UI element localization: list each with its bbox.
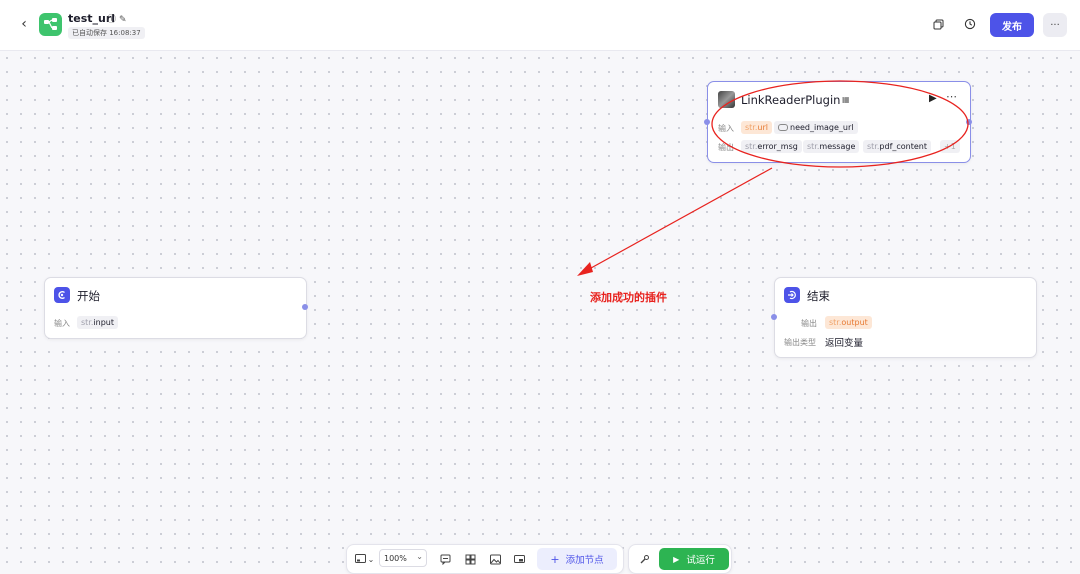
auto-layout-icon[interactable] bbox=[463, 552, 477, 566]
run-toolbar: ▶ 试运行 bbox=[628, 544, 732, 574]
annotation-arrow-head bbox=[577, 262, 593, 276]
minimap-chevron-down-icon[interactable]: ⌄ bbox=[364, 552, 378, 566]
screen-icon[interactable] bbox=[512, 552, 526, 566]
add-node-button[interactable]: + 添加节点 bbox=[537, 548, 617, 570]
image-icon[interactable] bbox=[488, 552, 502, 566]
zoom-chevron-down-icon: ⌄ bbox=[416, 552, 423, 561]
comment-icon[interactable] bbox=[438, 552, 452, 566]
zoom-select[interactable]: 100% ⌄ bbox=[379, 549, 427, 567]
annotation-arrow-line bbox=[581, 167, 773, 274]
test-run-button[interactable]: ▶ 试运行 bbox=[659, 548, 729, 570]
annotation-overlay bbox=[577, 80, 969, 276]
annotation-text: 添加成功的插件 bbox=[590, 291, 667, 304]
annotation-ellipse bbox=[711, 80, 969, 168]
play-icon: ▶ bbox=[673, 554, 680, 564]
plus-icon: + bbox=[550, 552, 560, 566]
canvas-toolbar: ⌄ 100% ⌄ + 添加节点 bbox=[346, 544, 624, 574]
debug-tool-icon[interactable] bbox=[637, 552, 651, 566]
